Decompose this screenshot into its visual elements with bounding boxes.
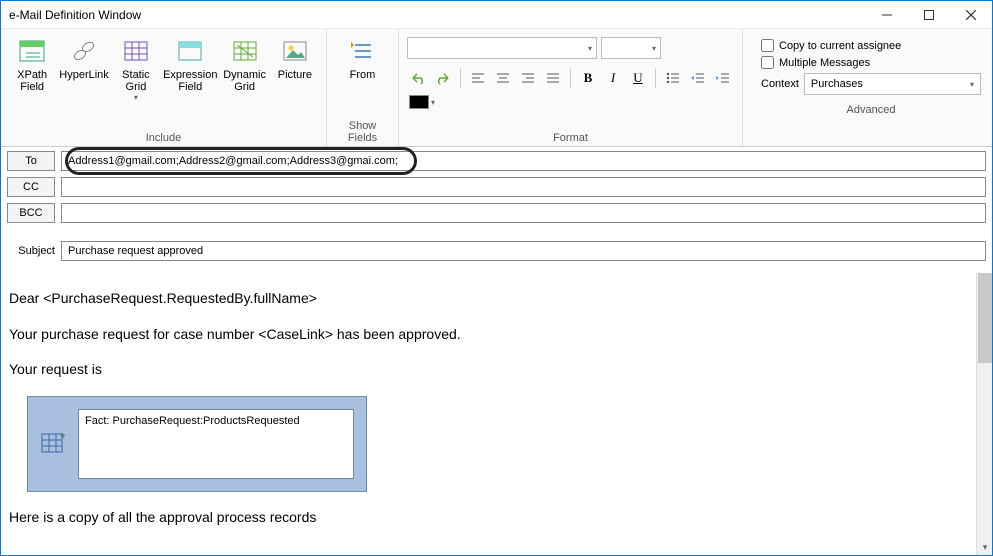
bcc-button[interactable]: BCC <box>7 203 55 223</box>
font-size-combo[interactable]: ▾ <box>601 37 661 59</box>
expression-icon <box>174 35 206 67</box>
body-line-approved: Your purchase request for case number <C… <box>9 325 968 345</box>
hyperlink-label: HyperLink <box>59 69 109 81</box>
multiple-messages-label: Multiple Messages <box>779 57 870 69</box>
context-combo[interactable]: Purchases ▾ <box>804 73 981 95</box>
copy-assignee-checkbox[interactable]: Copy to current assignee <box>761 39 981 52</box>
scroll-down-icon[interactable]: ▾ <box>978 539 992 555</box>
svg-text:+: + <box>60 431 66 442</box>
align-center-button[interactable] <box>492 67 514 89</box>
chevron-down-icon: ▾ <box>652 44 656 53</box>
align-right-button[interactable] <box>517 67 539 89</box>
chevron-down-icon: ▾ <box>134 95 138 101</box>
maximize-button[interactable] <box>908 1 950 29</box>
align-justify-button[interactable] <box>542 67 564 89</box>
expression-field-button[interactable]: Expression Field <box>163 33 217 95</box>
fact-block[interactable]: + Fact: PurchaseRequest:ProductsRequeste… <box>27 396 367 492</box>
showfields-group-label: Show Fields <box>335 117 390 144</box>
body-line-copy: Here is a copy of all the approval proce… <box>9 508 968 528</box>
chevron-down-icon: ▾ <box>588 44 592 53</box>
scroll-thumb[interactable] <box>978 273 992 363</box>
outdent-button[interactable] <box>687 67 709 89</box>
bcc-field[interactable] <box>61 203 986 223</box>
body-line-request: Your request is <box>9 360 968 380</box>
cc-button[interactable]: CC <box>7 177 55 197</box>
indent-button[interactable] <box>712 67 734 89</box>
font-color-button[interactable]: ▾ <box>407 93 437 111</box>
underline-button[interactable]: U <box>627 67 649 89</box>
static-grid-button[interactable]: Static Grid ▾ <box>113 33 159 103</box>
minimize-button[interactable] <box>866 1 908 29</box>
from-icon <box>347 35 379 67</box>
context-label: Context <box>761 78 799 90</box>
bold-button[interactable]: B <box>577 67 599 89</box>
fact-box: Fact: PurchaseRequest:ProductsRequested <box>78 409 354 479</box>
redo-button[interactable] <box>432 67 454 89</box>
ribbon: XPath Field HyperLink Static Grid ▾ Exp <box>1 29 992 147</box>
dynamic-grid-icon <box>229 35 261 67</box>
copy-assignee-label: Copy to current assignee <box>779 40 901 52</box>
picture-icon <box>279 35 311 67</box>
static-grid-label: Static Grid <box>122 69 150 93</box>
window-title: e-Mail Definition Window <box>9 8 866 22</box>
chevron-down-icon: ▾ <box>431 98 435 107</box>
bullet-list-button[interactable] <box>662 67 684 89</box>
undo-button[interactable] <box>407 67 429 89</box>
to-field[interactable]: Address1@gmail.com;Address2@gmail.com;Ad… <box>61 151 986 171</box>
format-group-label: Format <box>407 129 734 144</box>
expression-label: Expression Field <box>163 69 217 93</box>
include-group-label: Include <box>9 129 318 144</box>
address-area: To Address1@gmail.com;Address2@gmail.com… <box>1 147 992 273</box>
picture-button[interactable]: Picture <box>272 33 318 83</box>
picture-label: Picture <box>278 69 312 81</box>
grid-plus-icon: + <box>40 430 68 458</box>
dynamic-grid-label: Dynamic Grid <box>223 69 266 93</box>
close-button[interactable] <box>950 1 992 29</box>
font-combo[interactable]: ▾ <box>407 37 597 59</box>
context-value: Purchases <box>811 78 863 90</box>
multiple-messages-checkbox[interactable]: Multiple Messages <box>761 56 981 69</box>
titlebar: e-Mail Definition Window <box>1 1 992 29</box>
xpath-icon <box>16 35 48 67</box>
to-button[interactable]: To <box>7 151 55 171</box>
color-swatch <box>409 95 429 109</box>
body-greeting: Dear <PurchaseRequest.RequestedBy.fullNa… <box>9 289 968 309</box>
email-body[interactable]: Dear <PurchaseRequest.RequestedBy.fullNa… <box>1 273 976 555</box>
cc-field[interactable] <box>61 177 986 197</box>
from-button[interactable]: From <box>335 33 390 83</box>
italic-button[interactable]: I <box>602 67 624 89</box>
chevron-down-icon: ▾ <box>970 80 974 89</box>
link-icon <box>68 35 100 67</box>
xpath-label: XPath Field <box>17 69 47 93</box>
hyperlink-button[interactable]: HyperLink <box>59 33 109 83</box>
align-left-button[interactable] <box>467 67 489 89</box>
vertical-scrollbar[interactable]: ▾ <box>976 273 992 555</box>
dynamic-grid-button[interactable]: Dynamic Grid <box>221 33 267 95</box>
subject-field[interactable]: Purchase request approved <box>61 241 986 261</box>
static-grid-icon <box>120 35 152 67</box>
xpath-field-button[interactable]: XPath Field <box>9 33 55 95</box>
subject-label: Subject <box>7 245 61 257</box>
from-label: From <box>350 69 376 81</box>
advanced-group-label: Advanced <box>751 101 991 116</box>
